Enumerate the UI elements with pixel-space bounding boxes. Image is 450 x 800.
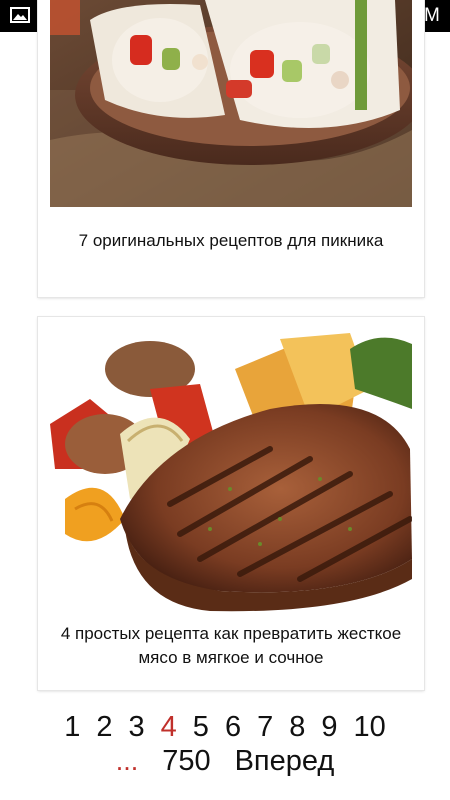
image-notification-icon [10, 7, 30, 23]
article-title[interactable]: 4 простых рецепта как превратить жесткое… [38, 622, 424, 670]
page-link-5[interactable]: 5 [185, 711, 217, 744]
article-card-picnic[interactable]: 7 оригинальных рецептов для пикника [38, 0, 424, 297]
picnic-wraps-image[interactable] [50, 0, 412, 207]
page-link-6[interactable]: 6 [217, 711, 249, 744]
page-link-10[interactable]: 10 [346, 711, 394, 744]
pagination: 1 2 3 4 5 6 7 8 9 10 ... 750 Вперед [0, 705, 450, 795]
page-current: 4 [160, 711, 177, 743]
next-page-button[interactable]: Вперед [223, 745, 347, 778]
page-link-last[interactable]: 750 [150, 745, 222, 778]
grilled-steak-image[interactable] [50, 329, 412, 616]
pagination-pages: 1 2 3 4 5 6 7 8 9 10 [0, 711, 450, 744]
page-link-3[interactable]: 3 [121, 711, 153, 744]
article-card-steak[interactable]: 4 простых рецепта как превратить жесткое… [38, 317, 424, 690]
page-link-1[interactable]: 1 [56, 711, 88, 744]
page-ellipsis: ... [115, 746, 139, 776]
page-link-7[interactable]: 7 [249, 711, 281, 744]
page-link-2[interactable]: 2 [88, 711, 120, 744]
page-link-9[interactable]: 9 [313, 711, 345, 744]
article-title[interactable]: 7 оригинальных рецептов для пикника [38, 229, 424, 253]
pagination-more: ... 750 Вперед [0, 745, 450, 778]
page-link-8[interactable]: 8 [281, 711, 313, 744]
